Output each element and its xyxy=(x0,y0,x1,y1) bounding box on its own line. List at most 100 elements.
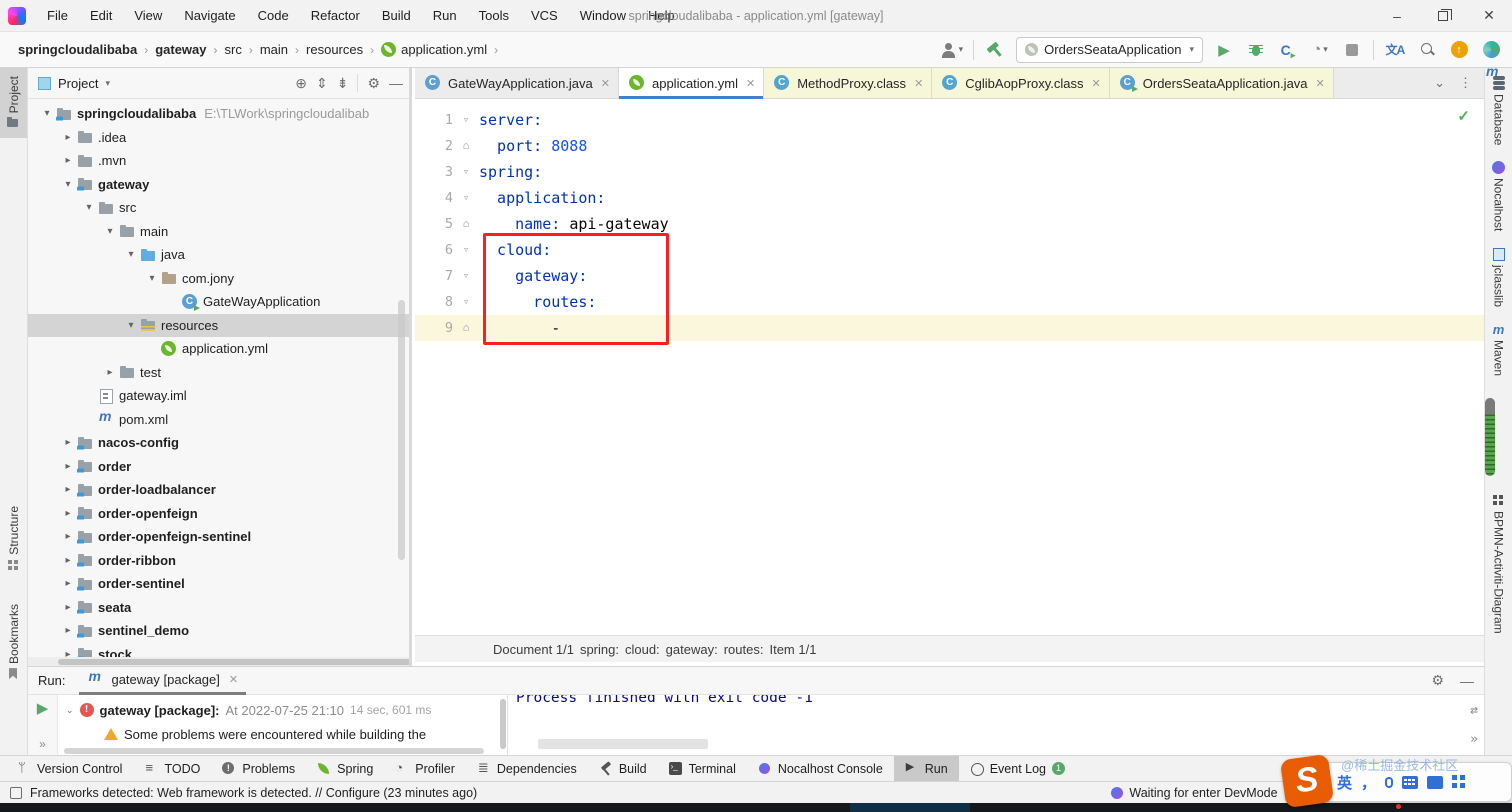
fold-marker-icon[interactable] xyxy=(453,263,479,289)
code-line[interactable]: 4 application: xyxy=(415,185,1484,211)
tree-chevron-icon[interactable] xyxy=(59,531,77,542)
minimize-button[interactable]: – xyxy=(1374,0,1420,32)
menu-item[interactable]: Window xyxy=(569,0,637,32)
editor-breadcrumb-item[interactable]: gateway: xyxy=(666,642,718,657)
run-console[interactable]: Process finished with exit code -1 ⇄ » xyxy=(508,695,1484,755)
console-horizontal-scrollbar[interactable] xyxy=(538,739,708,749)
close-tab-icon[interactable]: ✕ xyxy=(914,77,923,90)
tool-stripe-jclasslib[interactable]: jclasslib xyxy=(1485,240,1512,315)
fold-marker-icon[interactable] xyxy=(453,185,479,211)
search-everywhere-button[interactable] xyxy=(1416,39,1438,61)
close-button[interactable]: ✕ xyxy=(1466,0,1512,32)
editor-breadcrumb-item[interactable]: cloud: xyxy=(625,642,660,657)
fold-marker-icon[interactable] xyxy=(453,133,479,159)
tree-chevron-icon[interactable] xyxy=(143,273,161,284)
tree-chevron-icon[interactable] xyxy=(59,437,77,448)
editor-breadcrumb-item[interactable]: spring: xyxy=(580,642,619,657)
menu-item[interactable]: File xyxy=(36,0,79,32)
menu-item[interactable]: Edit xyxy=(79,0,123,32)
tree-chevron-icon[interactable] xyxy=(59,155,77,166)
translate-button[interactable]: 文A xyxy=(1384,39,1406,61)
run-configuration-select[interactable]: OrdersSeataApplication ▾ xyxy=(1016,36,1203,63)
settings-gear-icon[interactable]: ⚙ xyxy=(1431,672,1444,689)
restore-button[interactable] xyxy=(1420,0,1466,32)
tree-row[interactable]: order-openfeign-sentinel xyxy=(28,525,409,549)
breadcrumb-item[interactable]: application.yml › xyxy=(381,42,505,57)
more-actions-icon[interactable]: » xyxy=(1470,732,1478,747)
fold-marker-icon[interactable] xyxy=(453,107,479,133)
editor-breadcrumb-item[interactable]: Document 1/1 xyxy=(493,642,574,657)
tree-row[interactable]: gateway xyxy=(28,173,409,197)
code-line[interactable]: 2 port: 8088 xyxy=(415,133,1484,159)
ime-language-toggle[interactable]: 英 xyxy=(1337,772,1352,793)
close-tab-icon[interactable]: ✕ xyxy=(1316,77,1325,90)
tree-row[interactable]: com.jony xyxy=(28,267,409,291)
menu-item[interactable]: View xyxy=(123,0,173,32)
menu-item[interactable]: Refactor xyxy=(300,0,371,32)
breadcrumb-item[interactable]: springcloudalibaba › xyxy=(18,42,155,57)
tab-list-chevron-icon[interactable]: ⌄ xyxy=(1434,75,1445,91)
menu-item[interactable]: Build xyxy=(371,0,422,32)
tool-window-button[interactable]: Nocalhost Console xyxy=(747,756,894,781)
menu-item[interactable]: VCS xyxy=(520,0,569,32)
tool-window-button[interactable]: Build xyxy=(588,756,658,781)
project-view-title[interactable]: Project xyxy=(58,76,98,91)
fold-marker-icon[interactable] xyxy=(453,237,479,263)
run-tab[interactable]: gateway [package] ✕ xyxy=(79,667,247,695)
update-button[interactable]: ↑ xyxy=(1448,39,1470,61)
close-tab-icon[interactable]: ✕ xyxy=(746,77,755,90)
run-warning-row[interactable]: Some problems were encountered while bui… xyxy=(64,722,507,746)
breadcrumb-item[interactable]: main › xyxy=(260,42,306,57)
devmode-status[interactable]: Waiting for enter DevMode xyxy=(1111,786,1278,800)
chevron-down-icon[interactable]: ⌄ xyxy=(66,705,74,716)
run-result-node[interactable]: ⌄ ! gateway [package]: At 2022-07-25 21:… xyxy=(64,698,507,722)
tool-stripe-bpmn[interactable]: BPMN-Activiti-Diagram xyxy=(1485,486,1512,642)
tree-row[interactable]: order-ribbon xyxy=(28,549,409,573)
tree-row[interactable]: .mvn xyxy=(28,149,409,173)
tool-window-button[interactable]: Dependencies xyxy=(466,756,588,781)
tree-row[interactable]: java xyxy=(28,243,409,267)
tree-row[interactable]: springcloudalibaba E:\TLWork\springcloud… xyxy=(28,102,409,126)
tool-window-button[interactable]: Spring xyxy=(306,756,384,781)
tool-stripe-database[interactable]: Database xyxy=(1485,68,1512,153)
tree-row[interactable]: sentinel_demo xyxy=(28,619,409,643)
editor-breadcrumb-item[interactable]: routes: xyxy=(724,642,764,657)
fold-marker-icon[interactable] xyxy=(453,289,479,315)
tool-window-button[interactable]: Version Control xyxy=(6,756,133,781)
tree-row[interactable]: order-sentinel xyxy=(28,572,409,596)
run-tree-vertical-scrollbar[interactable] xyxy=(500,699,506,749)
tree-row[interactable]: src xyxy=(28,196,409,220)
clipboard-icon[interactable] xyxy=(1427,775,1444,789)
tree-chevron-icon[interactable] xyxy=(122,249,140,260)
breadcrumb-item[interactable]: src › xyxy=(225,42,260,57)
tree-row[interactable]: resources xyxy=(28,313,409,337)
locate-file-button[interactable]: ⊕ xyxy=(295,75,307,92)
tree-row[interactable]: order xyxy=(28,455,409,479)
tree-vertical-scrollbar[interactable] xyxy=(398,300,405,560)
expand-all-button[interactable]: ⇕ xyxy=(316,75,328,92)
tool-window-button[interactable]: Run xyxy=(893,756,959,781)
tool-window-button[interactable]: Problems xyxy=(211,756,306,781)
editor-tab[interactable]: application.yml ✕ xyxy=(618,68,765,99)
tool-window-button[interactable]: Event Log 1 xyxy=(959,756,1076,781)
profiler-button[interactable]: ◔ ▾ xyxy=(1309,39,1331,61)
menu-item[interactable]: Navigate xyxy=(173,0,246,32)
tool-stripe-bookmarks[interactable]: Bookmarks xyxy=(0,596,27,689)
tool-stripe-nocalhost[interactable]: Nocalhost xyxy=(1485,153,1512,239)
settings-gear-icon[interactable]: ⚙ xyxy=(367,75,380,92)
menu-item[interactable]: Run xyxy=(422,0,468,32)
breadcrumb-item[interactable]: resources › xyxy=(306,42,381,57)
ime-punctuation-toggle[interactable]: ， xyxy=(1361,772,1376,793)
tree-row[interactable]: test xyxy=(28,361,409,385)
tree-chevron-icon[interactable] xyxy=(101,226,119,237)
tool-window-button[interactable]: TODO xyxy=(133,756,211,781)
tree-row[interactable]: order-openfeign xyxy=(28,502,409,526)
ime-grid-icon[interactable] xyxy=(1452,775,1466,789)
close-tab-icon[interactable]: ✕ xyxy=(229,673,238,686)
editor-tab[interactable]: CglibAopProxy.class ✕ xyxy=(932,68,1110,98)
plugin-button[interactable] xyxy=(1480,39,1502,61)
editor-tab[interactable]: MethodProxy.class ✕ xyxy=(764,68,933,98)
tree-row[interactable]: main xyxy=(28,220,409,244)
close-tab-icon[interactable]: ✕ xyxy=(601,77,610,90)
tree-horizontal-scrollbar[interactable] xyxy=(28,657,409,666)
